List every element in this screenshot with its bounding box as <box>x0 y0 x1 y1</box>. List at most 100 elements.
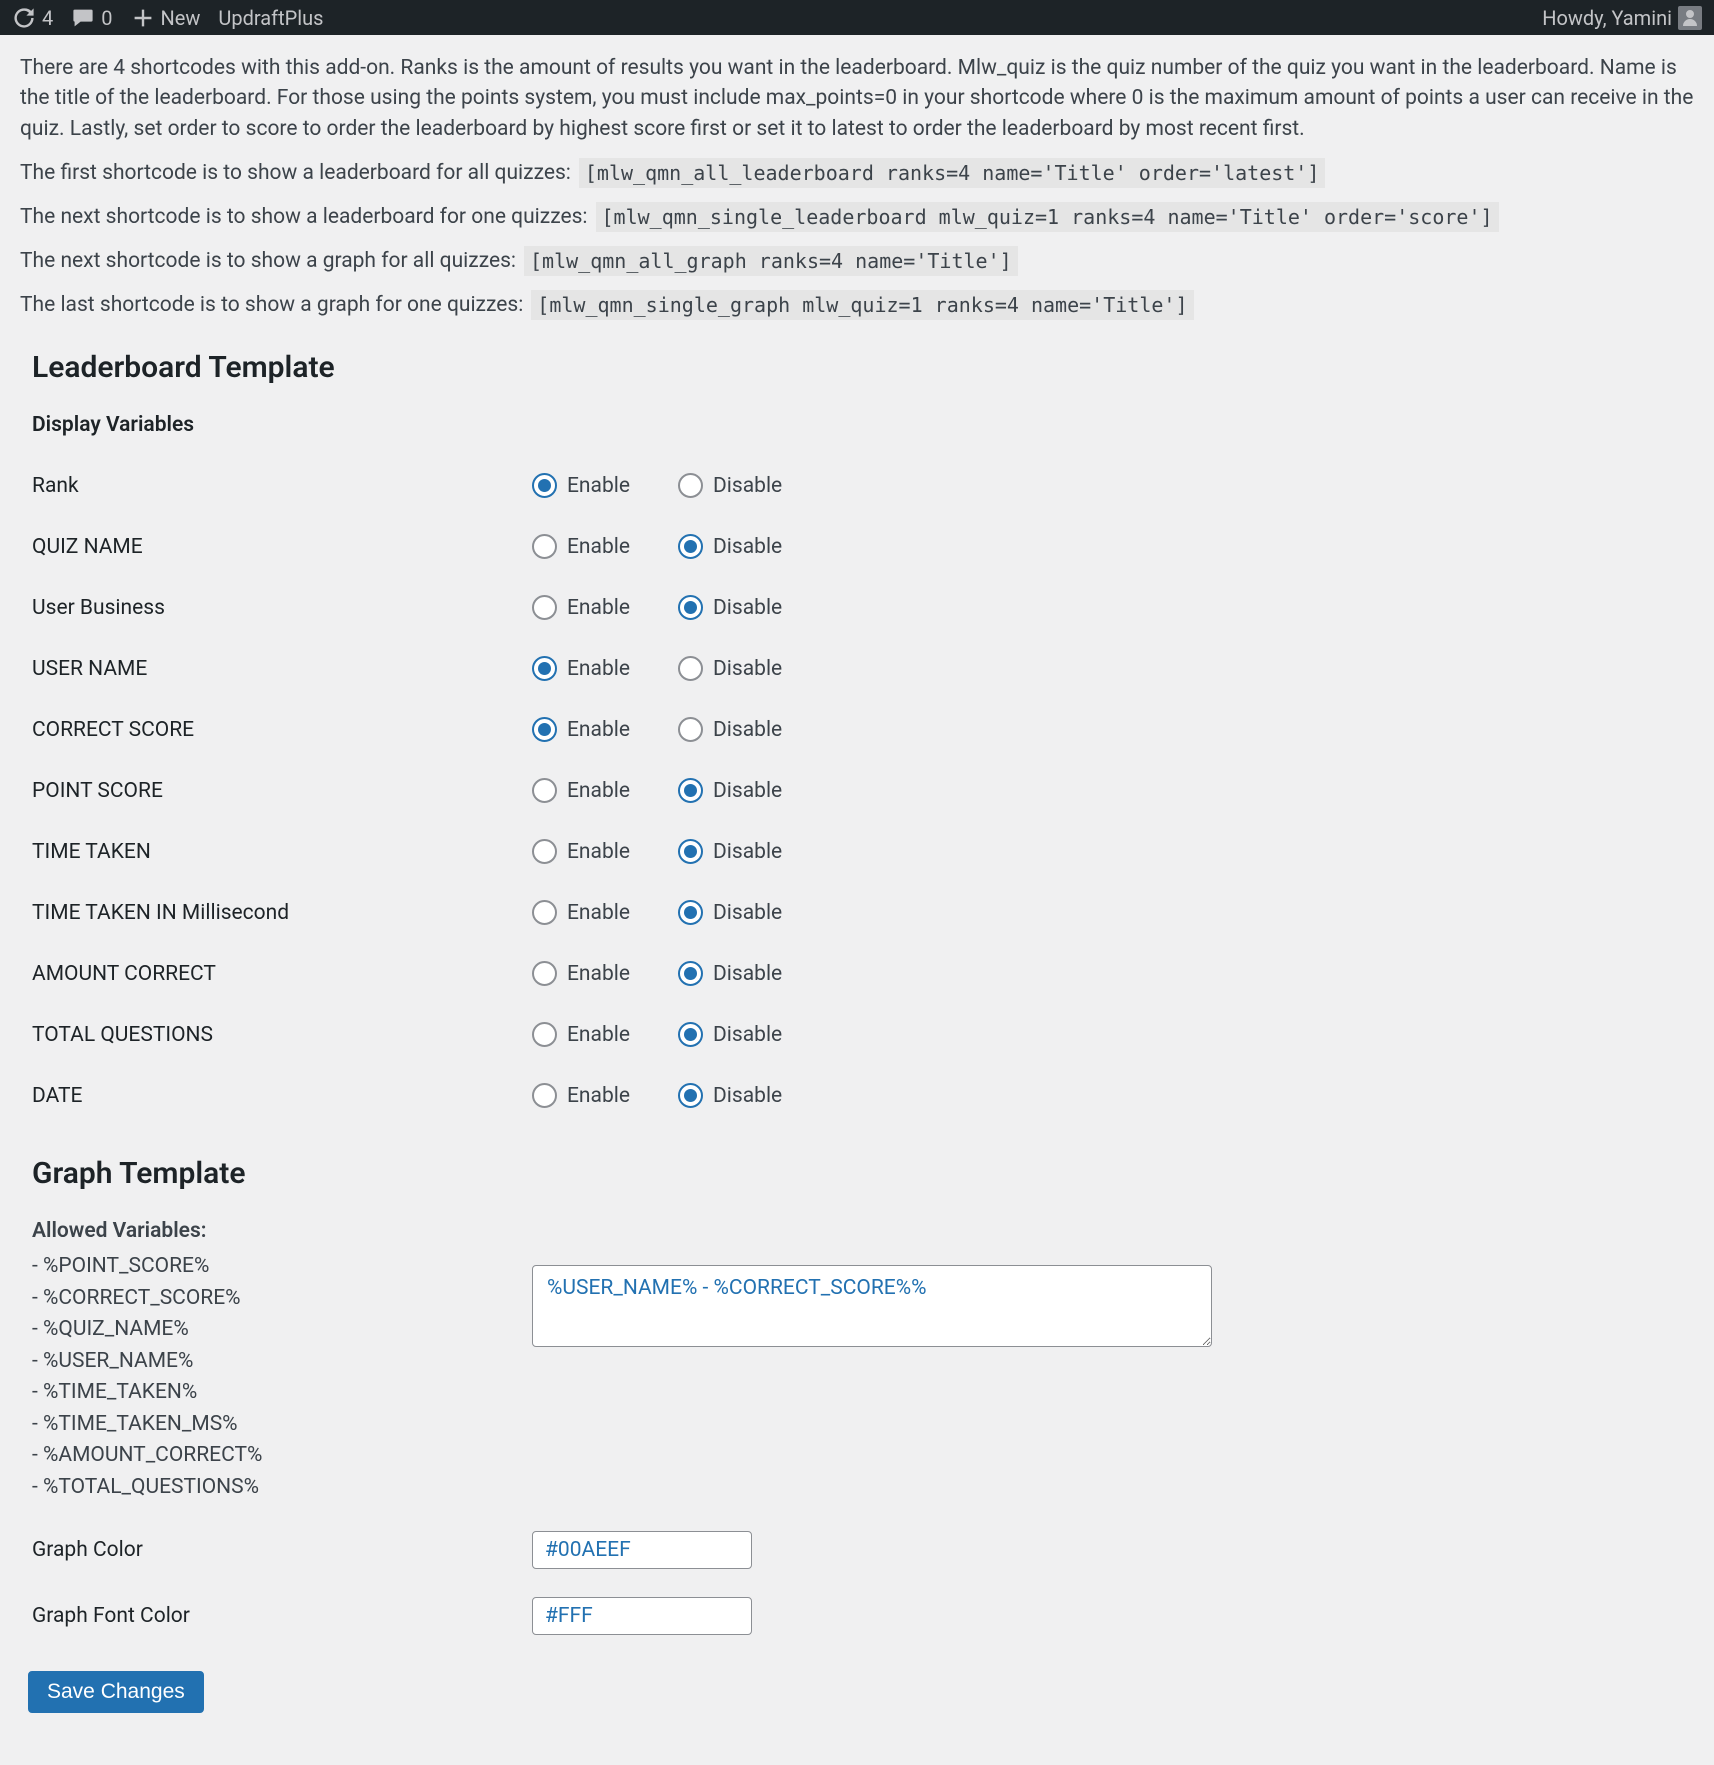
updates-item[interactable]: 4 <box>12 6 53 30</box>
disable-radio[interactable]: Disable <box>678 900 782 925</box>
disable-label: Disable <box>713 718 782 742</box>
table-row: TOTAL QUESTIONS Enable Disable <box>20 1004 1694 1065</box>
disable-radio[interactable]: Disable <box>678 717 782 742</box>
page-content: There are 4 shortcodes with this add-on.… <box>0 53 1714 1743</box>
disable-radio[interactable]: Disable <box>678 534 782 559</box>
disable-radio[interactable]: Disable <box>678 473 782 498</box>
enable-radio[interactable]: Enable <box>532 473 630 498</box>
disable-radio[interactable]: Disable <box>678 656 782 681</box>
radio-icon <box>532 961 557 986</box>
table-row: TIME TAKENEnableDisable <box>20 821 1694 882</box>
shortcode-code-2: [mlw_qmn_single_leaderboard mlw_quiz=1 r… <box>596 202 1499 232</box>
enable-label: Enable <box>567 962 630 986</box>
variable-radios: Enable Disable <box>520 943 1694 1004</box>
enable-label: Enable <box>567 779 630 803</box>
enable-radio[interactable]: Enable <box>532 961 630 986</box>
enable-radio[interactable]: Enable <box>532 656 630 681</box>
disable-radio[interactable]: Disable <box>678 595 782 620</box>
table-row: USER NAMEEnableDisable <box>20 638 1694 699</box>
radio-icon <box>532 778 557 803</box>
shortcode-line-2: The next shortcode is to show a leaderbo… <box>20 202 1694 232</box>
disable-radio[interactable]: Disable <box>678 961 782 986</box>
variable-label: TOTAL QUESTIONS <box>20 1004 520 1065</box>
variable-radios: Enable Disable <box>520 760 1694 821</box>
variable-radios: Enable Disable <box>520 699 1694 760</box>
graph-font-color-input[interactable] <box>532 1597 752 1635</box>
allowed-var-item: - %TIME_TAKEN_MS% <box>32 1409 532 1441</box>
enable-label: Enable <box>567 535 630 559</box>
shortcode-line-1: The first shortcode is to show a leaderb… <box>20 158 1694 188</box>
new-item[interactable]: New <box>131 6 201 30</box>
disable-label: Disable <box>713 1084 782 1108</box>
save-button[interactable]: Save Changes <box>28 1671 204 1713</box>
enable-radio[interactable]: Enable <box>532 900 630 925</box>
radio-icon <box>678 595 703 620</box>
graph-color-label: Graph Color <box>32 1538 532 1562</box>
radio-icon <box>678 656 703 681</box>
enable-radio[interactable]: Enable <box>532 717 630 742</box>
updraftplus-item[interactable]: UpdraftPlus <box>218 6 323 30</box>
shortcode-label-2: The next shortcode is to show a leaderbo… <box>20 205 588 229</box>
intro-section: There are 4 shortcodes with this add-on.… <box>20 53 1694 320</box>
allowed-vars-list: - %POINT_SCORE%- %CORRECT_SCORE%- %QUIZ_… <box>32 1251 532 1503</box>
comments-count: 0 <box>101 6 112 30</box>
variable-radios: Enable Disable <box>520 821 1694 882</box>
graph-title: Graph Template <box>32 1156 1694 1191</box>
enable-radio[interactable]: Enable <box>532 1083 630 1108</box>
allowed-var-item: - %TIME_TAKEN% <box>32 1377 532 1409</box>
disable-radio[interactable]: Disable <box>678 1083 782 1108</box>
graph-font-color-row: Graph Font Color <box>32 1597 1694 1635</box>
enable-radio[interactable]: Enable <box>532 778 630 803</box>
enable-label: Enable <box>567 474 630 498</box>
radio-icon <box>532 839 557 864</box>
variable-radios: Enable Disable <box>520 1065 1694 1126</box>
allowed-var-item: - %POINT_SCORE% <box>32 1251 532 1283</box>
updates-count: 4 <box>42 6 53 30</box>
howdy-item[interactable]: Howdy, Yamini <box>1542 6 1702 30</box>
disable-label: Disable <box>713 901 782 925</box>
radio-icon <box>532 595 557 620</box>
radio-icon <box>678 961 703 986</box>
allowed-var-item: - %TOTAL_QUESTIONS% <box>32 1472 532 1504</box>
variable-radios: Enable Disable <box>520 638 1694 699</box>
radio-icon <box>678 717 703 742</box>
plus-icon <box>131 6 155 30</box>
enable-radio[interactable]: Enable <box>532 534 630 559</box>
radio-icon <box>678 1022 703 1047</box>
table-row: User Business Enable Disable <box>20 577 1694 638</box>
enable-radio[interactable]: Enable <box>532 839 630 864</box>
disable-label: Disable <box>713 596 782 620</box>
variable-label: User Business <box>20 577 520 638</box>
enable-label: Enable <box>567 901 630 925</box>
disable-radio[interactable]: Disable <box>678 839 782 864</box>
table-row: POINT SCOREEnableDisable <box>20 760 1694 821</box>
disable-label: Disable <box>713 962 782 986</box>
allowed-var-item: - %CORRECT_SCORE% <box>32 1283 532 1315</box>
allowed-vars-title: Allowed Variables: <box>32 1219 532 1243</box>
variable-label: CORRECT SCORE <box>20 699 520 760</box>
radio-icon <box>678 473 703 498</box>
enable-radio[interactable]: Enable <box>532 595 630 620</box>
disable-label: Disable <box>713 840 782 864</box>
intro-paragraph: There are 4 shortcodes with this add-on.… <box>20 53 1694 144</box>
comments-item[interactable]: 0 <box>71 6 112 30</box>
enable-radio[interactable]: Enable <box>532 1022 630 1047</box>
radio-icon <box>678 839 703 864</box>
radio-icon <box>532 1083 557 1108</box>
variable-label: Rank <box>20 455 520 516</box>
disable-radio[interactable]: Disable <box>678 778 782 803</box>
disable-label: Disable <box>713 779 782 803</box>
radio-icon <box>678 534 703 559</box>
variable-label: TIME TAKEN IN Millisecond <box>20 882 520 943</box>
leaderboard-title: Leaderboard Template <box>32 350 1694 385</box>
disable-label: Disable <box>713 657 782 681</box>
shortcode-code-4: [mlw_qmn_single_graph mlw_quiz=1 ranks=4… <box>531 290 1193 320</box>
graph-color-input[interactable] <box>532 1531 752 1569</box>
graph-template-textarea[interactable]: %USER_NAME% - %CORRECT_SCORE%% <box>532 1265 1212 1347</box>
radio-icon <box>532 656 557 681</box>
disable-label: Disable <box>713 535 782 559</box>
new-label: New <box>161 6 201 30</box>
disable-radio[interactable]: Disable <box>678 1022 782 1047</box>
table-row: QUIZ NAMEEnableDisable <box>20 516 1694 577</box>
howdy-label: Howdy, Yamini <box>1542 6 1672 30</box>
